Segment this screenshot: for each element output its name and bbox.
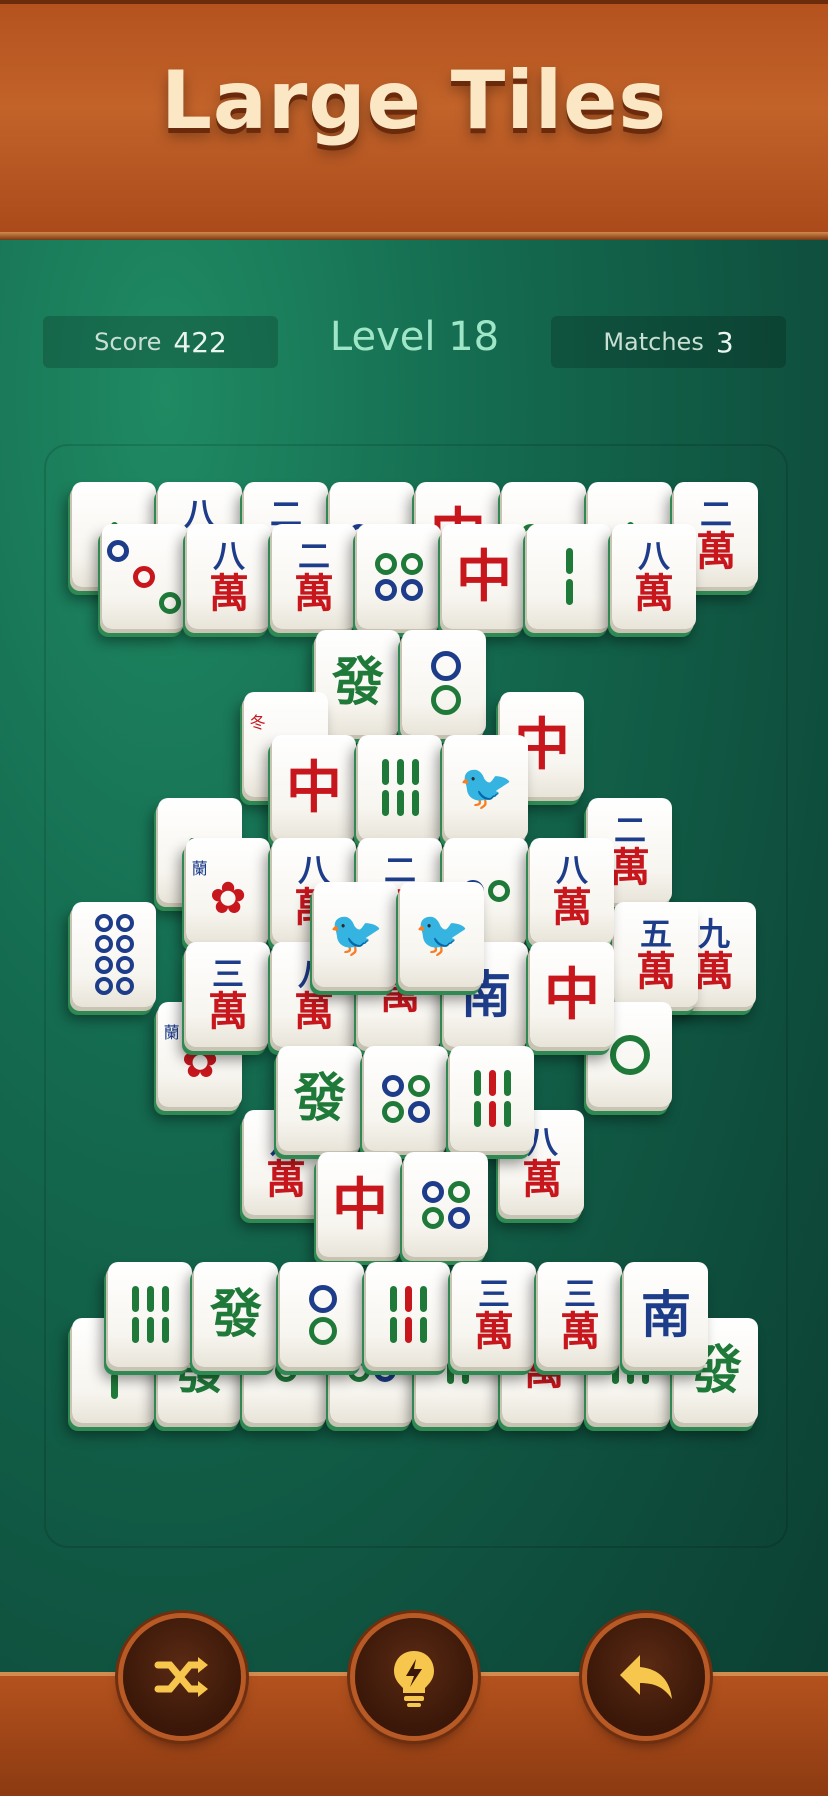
mahjong-tile[interactable]: 中 <box>272 735 356 840</box>
shuffle-icon <box>154 1657 208 1697</box>
mahjong-tile[interactable] <box>102 524 186 629</box>
mahjong-tile[interactable] <box>527 524 611 629</box>
mahjong-tile[interactable] <box>72 902 156 1007</box>
page-title: Large Tiles <box>160 54 668 147</box>
score-label: Score <box>94 328 162 356</box>
mahjong-tile[interactable] <box>108 1262 192 1367</box>
mahjong-tile[interactable]: 發 <box>278 1046 362 1151</box>
matches-label: Matches <box>603 328 704 356</box>
hint-button[interactable] <box>355 1618 473 1736</box>
undo-button[interactable] <box>587 1618 705 1736</box>
mahjong-tile[interactable]: 南 <box>624 1262 708 1367</box>
mahjong-tile[interactable] <box>364 1046 448 1151</box>
mahjong-tile[interactable]: 發 <box>316 630 400 735</box>
title-banner: Large Tiles <box>0 0 828 240</box>
mahjong-tile[interactable]: 蘭 ✿ <box>186 838 270 943</box>
mahjong-tile[interactable] <box>402 630 486 735</box>
matches-value: 3 <box>715 325 734 359</box>
mahjong-tile[interactable]: 五萬 <box>614 902 698 1007</box>
mahjong-tile[interactable] <box>450 1046 534 1151</box>
mahjong-tile[interactable]: 二萬 <box>272 524 356 629</box>
level-indicator: Level 18 <box>329 314 500 360</box>
mahjong-tile[interactable]: 三萬 <box>186 942 270 1047</box>
mahjong-tile[interactable] <box>404 1152 488 1257</box>
mahjong-tile[interactable]: 🐦 <box>444 735 528 840</box>
mahjong-tile[interactable] <box>280 1262 364 1367</box>
mahjong-tile[interactable] <box>357 524 441 629</box>
undo-arrow-icon <box>620 1655 672 1699</box>
matches-panel: Matches 3 <box>551 316 786 368</box>
mahjong-tile[interactable]: 三萬 <box>538 1262 622 1367</box>
mahjong-tile[interactable]: 🐦 <box>400 882 484 987</box>
mahjong-tile[interactable]: 發 <box>194 1262 278 1367</box>
mahjong-tile[interactable] <box>366 1262 450 1367</box>
mahjong-tile[interactable]: 八萬 <box>530 838 614 943</box>
mahjong-tile[interactable] <box>358 735 442 840</box>
mahjong-tile[interactable]: 三萬 <box>452 1262 536 1367</box>
mahjong-tile[interactable]: 中 <box>318 1152 402 1257</box>
score-value: 422 <box>173 325 227 359</box>
lightbulb-icon <box>394 1651 434 1707</box>
mahjong-tile[interactable]: 八萬 <box>187 524 271 629</box>
shuffle-button[interactable] <box>123 1618 241 1736</box>
score-panel: Score 422 <box>43 316 278 368</box>
mahjong-tile[interactable]: 中 <box>442 524 526 629</box>
mahjong-tile[interactable]: 🐦 <box>314 882 398 987</box>
mahjong-tile[interactable]: 八萬 <box>612 524 696 629</box>
mahjong-tile[interactable]: 中 <box>530 942 614 1047</box>
